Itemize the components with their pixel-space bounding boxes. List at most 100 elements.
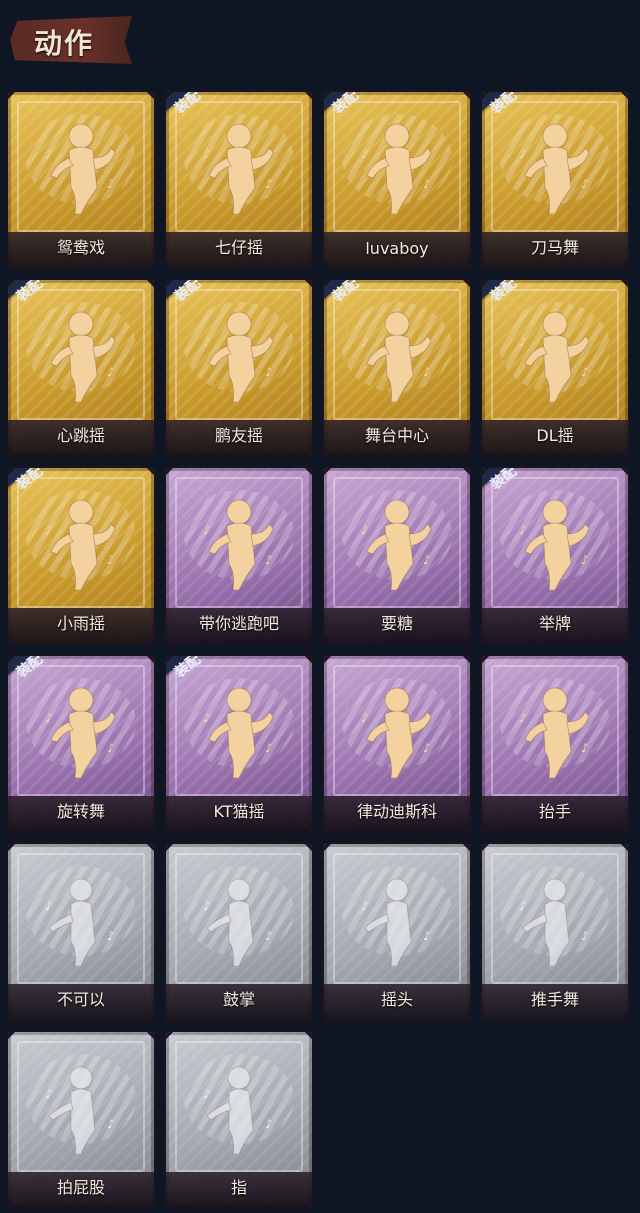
svg-text:♪: ♪ xyxy=(203,523,211,537)
emote-card[interactable]: ♪ ♪ 鸳鸯戏 xyxy=(8,92,154,268)
emote-figure-icon: ♪♪ xyxy=(203,311,274,402)
card-label: KT猫摇 xyxy=(213,802,265,821)
svg-text:♪: ♪ xyxy=(265,741,273,755)
card-corner-ornament xyxy=(620,92,628,100)
emote-card[interactable]: ♪ ♪ 带你逃跑吧 xyxy=(166,468,312,644)
emote-card[interactable]: ♪ ♪ 律动迪斯科 xyxy=(324,656,470,832)
card-label: 不可以 xyxy=(56,990,105,1009)
emote-card[interactable]: ♪ ♪ 举牌 装配 xyxy=(482,468,628,644)
svg-text:♪: ♪ xyxy=(107,929,115,943)
card-corner-ornament xyxy=(620,656,628,664)
svg-text:♪: ♪ xyxy=(519,523,527,537)
card-corner-ornament xyxy=(304,468,312,476)
svg-text:♪: ♪ xyxy=(581,553,589,567)
svg-text:♪: ♪ xyxy=(581,177,589,191)
emote-card[interactable]: ♪ ♪ 鼓掌 xyxy=(166,844,312,1020)
card-label: luvaboy xyxy=(365,239,429,258)
svg-text:♪: ♪ xyxy=(45,711,53,725)
svg-text:♪: ♪ xyxy=(423,177,431,191)
emote-figure-icon: ♪♪ xyxy=(519,687,590,778)
card-corner-ornament xyxy=(304,844,312,852)
emote-figure-icon: ♪♪ xyxy=(361,499,432,590)
emote-figure-icon: ♪♪ xyxy=(519,499,590,590)
card-corner-ornament xyxy=(620,468,628,476)
card-corner-ornament xyxy=(324,656,332,664)
card-corner-ornament xyxy=(146,656,154,664)
card-label: 鹏友摇 xyxy=(214,426,263,445)
emote-figure-icon: ♪♪ xyxy=(203,1066,273,1154)
card-label: 举牌 xyxy=(538,614,571,633)
emote-card[interactable]: ♪ ♪ 鹏友摇 装配 xyxy=(166,280,312,456)
emote-figure-icon: ♪♪ xyxy=(45,499,116,590)
emote-card[interactable]: ♪ ♪ luvaboy 装配 xyxy=(324,92,470,268)
svg-text:♪: ♪ xyxy=(45,147,53,161)
card-corner-ornament xyxy=(482,844,490,852)
emote-figure-icon: ♪♪ xyxy=(519,123,590,214)
svg-text:♪: ♪ xyxy=(265,177,273,191)
card-corner-ornament xyxy=(462,468,470,476)
svg-text:♪: ♪ xyxy=(519,147,527,161)
card-label: DL摇 xyxy=(536,426,574,445)
emote-card[interactable]: ♪ ♪ DL摇 装配 xyxy=(482,280,628,456)
svg-text:♪: ♪ xyxy=(581,365,589,379)
emote-card[interactable]: ♪ ♪ 七仔摇 装配 xyxy=(166,92,312,268)
svg-text:♪: ♪ xyxy=(519,899,527,913)
card-corner-ornament xyxy=(462,92,470,100)
emote-figure-icon: ♪♪ xyxy=(361,687,432,778)
svg-text:♪: ♪ xyxy=(45,523,53,537)
emote-card[interactable]: ♪ ♪ 摇头 xyxy=(324,844,470,1020)
svg-text:♪: ♪ xyxy=(361,523,369,537)
emote-card[interactable]: ♪ ♪ 心跳摇 装配 xyxy=(8,280,154,456)
emote-card[interactable]: ♪ ♪ 小雨摇 装配 xyxy=(8,468,154,644)
card-corner-ornament xyxy=(8,92,16,100)
emote-figure-icon: ♪♪ xyxy=(203,878,273,966)
card-corner-ornament xyxy=(324,468,332,476)
card-label: 刀马舞 xyxy=(530,238,579,257)
card-corner-ornament xyxy=(462,280,470,288)
card-corner-ornament xyxy=(462,844,470,852)
card-label: 抬手 xyxy=(538,802,571,821)
emote-figure-icon: ♪♪ xyxy=(203,499,274,590)
emote-figure-icon: ♪♪ xyxy=(361,878,431,966)
emote-figure-icon: ♪♪ xyxy=(203,687,274,778)
emote-figure-icon: ♪♪ xyxy=(519,311,590,402)
svg-text:♪: ♪ xyxy=(107,365,115,379)
emote-card[interactable]: ♪ ♪ 推手舞 xyxy=(482,844,628,1020)
card-corner-ornament xyxy=(304,656,312,664)
emote-card[interactable]: ♪ ♪ 旋转舞 装配 xyxy=(8,656,154,832)
svg-text:♪: ♪ xyxy=(519,335,527,349)
card-corner-ornament xyxy=(620,280,628,288)
card-corner-ornament xyxy=(146,92,154,100)
svg-text:♪: ♪ xyxy=(423,929,431,943)
svg-text:♪: ♪ xyxy=(265,365,273,379)
svg-text:♪: ♪ xyxy=(581,929,589,943)
card-label: 舞台中心 xyxy=(364,426,429,445)
svg-text:♪: ♪ xyxy=(361,147,369,161)
emote-figure-icon: ♪♪ xyxy=(45,878,115,966)
card-label: 律动迪斯科 xyxy=(356,802,437,821)
svg-text:♪: ♪ xyxy=(45,335,53,349)
emote-card[interactable]: ♪ ♪ 指 xyxy=(166,1032,312,1208)
emote-card[interactable]: ♪ ♪ 抬手 xyxy=(482,656,628,832)
svg-text:♪: ♪ xyxy=(519,711,527,725)
emote-figure-icon: ♪♪ xyxy=(45,1066,115,1154)
card-corner-ornament xyxy=(620,844,628,852)
emote-card[interactable]: ♪ ♪ 要糖 xyxy=(324,468,470,644)
card-label: 小雨摇 xyxy=(56,614,105,633)
emote-card[interactable]: ♪ ♪ 拍屁股 xyxy=(8,1032,154,1208)
card-corner-ornament xyxy=(146,280,154,288)
emote-figure-icon: ♪♪ xyxy=(45,123,116,214)
svg-text:♪: ♪ xyxy=(45,899,53,913)
emote-card[interactable]: ♪ ♪ 刀马舞 装配 xyxy=(482,92,628,268)
card-label: 推手舞 xyxy=(530,990,579,1009)
svg-text:♪: ♪ xyxy=(265,553,273,567)
svg-text:♪: ♪ xyxy=(203,147,211,161)
svg-text:♪: ♪ xyxy=(107,1117,115,1131)
emote-card[interactable]: ♪ ♪ 舞台中心 装配 xyxy=(324,280,470,456)
card-corner-ornament xyxy=(146,468,154,476)
emote-figure-icon: ♪♪ xyxy=(519,878,589,966)
svg-text:♪: ♪ xyxy=(423,553,431,567)
emote-card[interactable]: ♪ ♪ 不可以 xyxy=(8,844,154,1020)
svg-text:♪: ♪ xyxy=(203,711,211,725)
emote-card[interactable]: ♪ ♪ KT猫摇 装配 xyxy=(166,656,312,832)
